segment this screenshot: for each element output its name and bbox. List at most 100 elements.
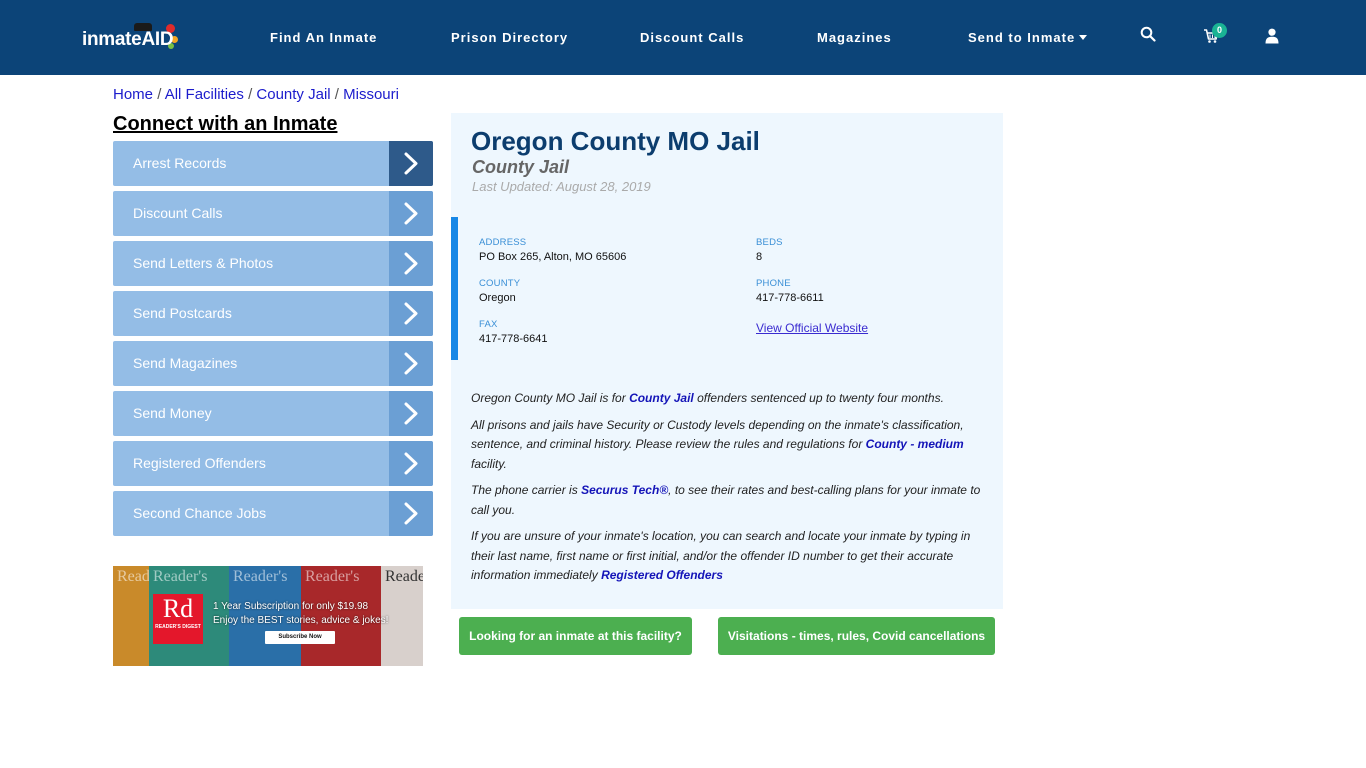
sidebar-item-arrest-records[interactable]: Arrest Records (113, 141, 433, 186)
chevron-box (389, 291, 433, 336)
sidebar-item-send-letters-photos[interactable]: Send Letters & Photos (113, 241, 433, 286)
phone-label: PHONE (756, 278, 791, 289)
sidebar-item-discount-calls[interactable]: Discount Calls (113, 191, 433, 236)
sidebar-menu: Arrest Records Discount Calls Send Lette… (113, 141, 433, 541)
sidebar-item-second-chance-jobs[interactable]: Second Chance Jobs (113, 491, 433, 536)
ad-headline: 1 Year Subscription for only $19.98 (213, 601, 369, 612)
logo-text-accent: AID (141, 29, 174, 50)
chevron-right-icon (404, 252, 418, 275)
fax-field: FAX 417-778-6641 (479, 319, 548, 345)
search-icon (1140, 26, 1156, 42)
address-field: ADDRESS PO Box 265, Alton, MO 65606 (479, 237, 626, 263)
nav-send-to-inmate-label: Send to Inmate (968, 30, 1076, 45)
chevron-box (389, 391, 433, 436)
description-text: The phone carrier is (471, 483, 582, 497)
securus-tech-link[interactable]: Securus Tech® (581, 483, 668, 497)
rd-logo-text: Rd (162, 594, 194, 623)
chevron-box (389, 191, 433, 236)
breadcrumb-all-facilities[interactable]: All Facilities (165, 86, 244, 103)
sidebar-item-label: Send Magazines (133, 355, 238, 371)
account-button[interactable] (1265, 28, 1285, 48)
chevron-box (389, 141, 433, 186)
chevron-right-icon (404, 402, 418, 425)
sidebar-title: Connect with an Inmate (113, 113, 338, 135)
facility-type: County Jail (472, 157, 570, 177)
county-jail-link[interactable]: County Jail (629, 391, 694, 405)
rd-logo-subtext: READER'S DIGEST (155, 624, 201, 630)
sidebar-item-label: Send Money (133, 405, 212, 421)
cover-title: Reader's (305, 568, 360, 585)
sidebar-item-label: Second Chance Jobs (133, 505, 267, 521)
fax-label: FAX (479, 319, 498, 330)
cover-title: Reader's (385, 568, 423, 585)
nav-magazines[interactable]: Magazines (817, 30, 892, 45)
sidebar-item-label: Send Letters & Photos (133, 255, 274, 271)
search-button[interactable] (1140, 26, 1160, 46)
cover-title: Reader's (153, 568, 208, 585)
fax-value: 417-778-6641 (479, 333, 548, 345)
sidebar-item-label: Arrest Records (133, 155, 227, 171)
description-text: Oregon County MO Jail is for (471, 391, 630, 405)
official-website-link[interactable]: View Official Website (756, 321, 868, 335)
user-icon (1265, 28, 1279, 44)
beds-label: BEDS (756, 237, 783, 248)
description-paragraph: The phone carrier is Securus Tech®, to s… (471, 481, 986, 520)
nav-find-an-inmate[interactable]: Find An Inmate (270, 30, 377, 45)
description-paragraph: All prisons and jails have Security or C… (471, 416, 986, 475)
sidebar-item-send-postcards[interactable]: Send Postcards (113, 291, 433, 336)
description-paragraph: Oregon County MO Jail is for County Jail… (471, 389, 986, 409)
breadcrumb: Home / All Facilities / County Jail / Mi… (113, 86, 399, 103)
county-value: Oregon (479, 292, 516, 304)
facility-info-box: ADDRESS PO Box 265, Alton, MO 65606 COUN… (451, 217, 1003, 360)
chevron-right-icon (404, 502, 418, 525)
visitations-button[interactable]: Visitations - times, rules, Covid cancel… (718, 617, 995, 655)
magazine-cover-image: Reader's (113, 566, 171, 666)
logo-text-main: inmate (82, 29, 142, 50)
chevron-right-icon (404, 202, 418, 225)
facility-title: Oregon County MO Jail (471, 126, 760, 156)
beds-field: BEDS 8 (756, 237, 783, 263)
chevron-box (389, 341, 433, 386)
readers-digest-logo: Rd READER'S DIGEST (153, 594, 203, 644)
chevron-right-icon (404, 152, 418, 175)
county-field: COUNTY Oregon (479, 278, 520, 304)
sidebar-item-send-money[interactable]: Send Money (113, 391, 433, 436)
description-paragraph: If you are unsure of your inmate's locat… (471, 527, 986, 586)
county-label: COUNTY (479, 278, 521, 289)
nav-prison-directory[interactable]: Prison Directory (451, 30, 568, 45)
find-inmate-at-facility-button[interactable]: Looking for an inmate at this facility? (459, 617, 692, 655)
sidebar-item-send-magazines[interactable]: Send Magazines (113, 341, 433, 386)
chevron-right-icon (404, 452, 418, 475)
sidebar-item-label: Registered Offenders (133, 455, 266, 471)
chevron-right-icon (404, 352, 418, 375)
breadcrumb-home[interactable]: Home (113, 86, 153, 103)
facility-description: Oregon County MO Jail is for County Jail… (471, 389, 986, 593)
facility-card: Oregon County MO Jail County Jail Last U… (451, 113, 1003, 609)
website-field: View Official Website (756, 321, 868, 335)
cover-title: Reader's (233, 568, 288, 585)
cart-count-badge: 0 (1212, 23, 1227, 38)
site-logo[interactable]: inmateAID (82, 22, 182, 54)
breadcrumb-missouri[interactable]: Missouri (343, 86, 399, 103)
sidebar-item-label: Discount Calls (133, 205, 223, 221)
subscribe-now-button[interactable]: Subscribe Now (265, 631, 335, 644)
chevron-box (389, 491, 433, 536)
registered-offenders-link[interactable]: Registered Offenders (601, 568, 723, 582)
address-label: ADDRESS (479, 237, 527, 248)
nav-discount-calls[interactable]: Discount Calls (640, 30, 744, 45)
description-text: facility. (471, 456, 507, 471)
site-header: inmateAID Find An Inmate Prison Director… (0, 0, 1366, 75)
sidebar-item-registered-offenders[interactable]: Registered Offenders (113, 441, 433, 486)
nav-send-to-inmate[interactable]: Send to Inmate (968, 30, 1088, 45)
readers-digest-ad-banner[interactable]: Reader's Reader's Reader's Reader's Read… (113, 566, 423, 666)
chevron-right-icon (404, 302, 418, 325)
chevron-box (389, 441, 433, 486)
last-updated: Last Updated: August 28, 2019 (472, 179, 651, 194)
description-text: offenders sentenced up to twenty four mo… (693, 391, 944, 405)
phone-field: PHONE 417-778-6611 (756, 278, 824, 304)
breadcrumb-separator: / (157, 86, 165, 103)
chevron-box (389, 241, 433, 286)
county-medium-link[interactable]: County - medium (866, 437, 964, 451)
beds-value: 8 (756, 251, 763, 263)
breadcrumb-county-jail[interactable]: County Jail (256, 86, 330, 103)
